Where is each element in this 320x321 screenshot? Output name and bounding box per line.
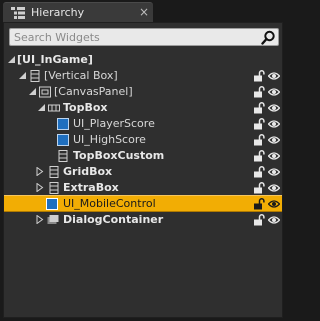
lock-icon[interactable] — [253, 214, 265, 226]
vertical-box-icon — [58, 150, 68, 162]
tree-row-topbox[interactable]: TopBox — [4, 100, 282, 116]
expanded-arrow-icon[interactable] — [18, 71, 27, 80]
eye-icon[interactable] — [268, 103, 280, 113]
expanded-arrow-icon[interactable] — [37, 103, 46, 112]
tree-label: TopBoxCustom — [73, 149, 165, 162]
vertical-box-icon — [49, 166, 59, 178]
tree-row-vertical-box[interactable]: [Vertical Box] — [4, 68, 282, 84]
canvas-panel-icon — [39, 86, 51, 98]
tree-row-ui-ingame[interactable]: [UI_InGame] — [4, 52, 282, 68]
horizontal-box-icon — [48, 104, 60, 112]
collapsed-arrow-icon[interactable] — [35, 183, 44, 192]
hierarchy-icon — [11, 7, 25, 19]
vertical-box-icon — [49, 182, 59, 194]
lock-icon[interactable] — [253, 70, 265, 82]
tree-row-dialogcontainer[interactable]: DialogContainer — [4, 212, 282, 228]
lock-icon[interactable] — [253, 118, 265, 130]
tree-label: GridBox — [63, 165, 113, 178]
eye-icon[interactable] — [268, 135, 280, 145]
lock-icon[interactable] — [253, 182, 265, 194]
tree-label: ExtraBox — [63, 181, 119, 194]
eye-icon[interactable] — [268, 183, 280, 193]
tree-row-extrabox[interactable]: ExtraBox — [4, 180, 282, 196]
tree-label: UI_PlayerScore — [73, 117, 155, 130]
tree-label: UI_HighScore — [73, 133, 146, 146]
expanded-arrow-icon[interactable] — [7, 55, 16, 64]
eye-icon[interactable] — [268, 199, 280, 209]
tree-row-ui-mobilecontrol[interactable]: UI_MobileControl — [4, 195, 282, 212]
search-box — [9, 28, 279, 46]
user-widget-icon — [57, 134, 69, 146]
vertical-box-icon — [30, 70, 40, 82]
eye-icon[interactable] — [268, 119, 280, 129]
tree-row-topboxcustom[interactable]: TopBoxCustom — [4, 148, 282, 164]
expanded-arrow-icon[interactable] — [28, 87, 37, 96]
eye-icon[interactable] — [268, 215, 280, 225]
tree-label: [UI_InGame] — [17, 53, 93, 66]
tree-label: [Vertical Box] — [44, 69, 118, 82]
tree-row-gridbox[interactable]: GridBox — [4, 164, 282, 180]
lock-icon[interactable] — [253, 134, 265, 146]
lock-icon[interactable] — [253, 166, 265, 178]
eye-icon[interactable] — [268, 87, 280, 97]
tree-label: DialogContainer — [63, 213, 164, 226]
eye-icon[interactable] — [268, 167, 280, 177]
collapsed-arrow-icon[interactable] — [35, 167, 44, 176]
lock-icon[interactable] — [253, 86, 265, 98]
hierarchy-panel: [UI_InGame] [Vertical Box] [CanvasPanel]… — [3, 22, 283, 318]
close-icon[interactable]: × — [139, 5, 149, 19]
search-input[interactable] — [10, 29, 259, 45]
overlay-icon — [47, 215, 59, 224]
eye-icon[interactable] — [268, 151, 280, 161]
user-widget-icon — [57, 118, 69, 130]
tree-label: UI_MobileControl — [63, 197, 156, 210]
collapsed-arrow-icon[interactable] — [35, 215, 44, 224]
lock-icon[interactable] — [253, 150, 265, 162]
tab-bar: Hierarchy × — [0, 0, 287, 22]
tree-row-ui-highscore[interactable]: UI_HighScore — [4, 132, 282, 148]
tree-row-ui-playerscore[interactable]: UI_PlayerScore — [4, 116, 282, 132]
tab-hierarchy[interactable]: Hierarchy × — [3, 2, 153, 22]
user-widget-icon — [46, 198, 58, 210]
eye-icon[interactable] — [268, 71, 280, 81]
tree-label: [CanvasPanel] — [54, 85, 133, 98]
tree-label: TopBox — [63, 101, 108, 114]
tab-title: Hierarchy — [31, 6, 85, 19]
search-icon[interactable] — [261, 30, 276, 45]
lock-icon[interactable] — [253, 102, 265, 114]
tree-row-canvas-panel[interactable]: [CanvasPanel] — [4, 84, 282, 100]
lock-icon[interactable] — [253, 198, 265, 210]
